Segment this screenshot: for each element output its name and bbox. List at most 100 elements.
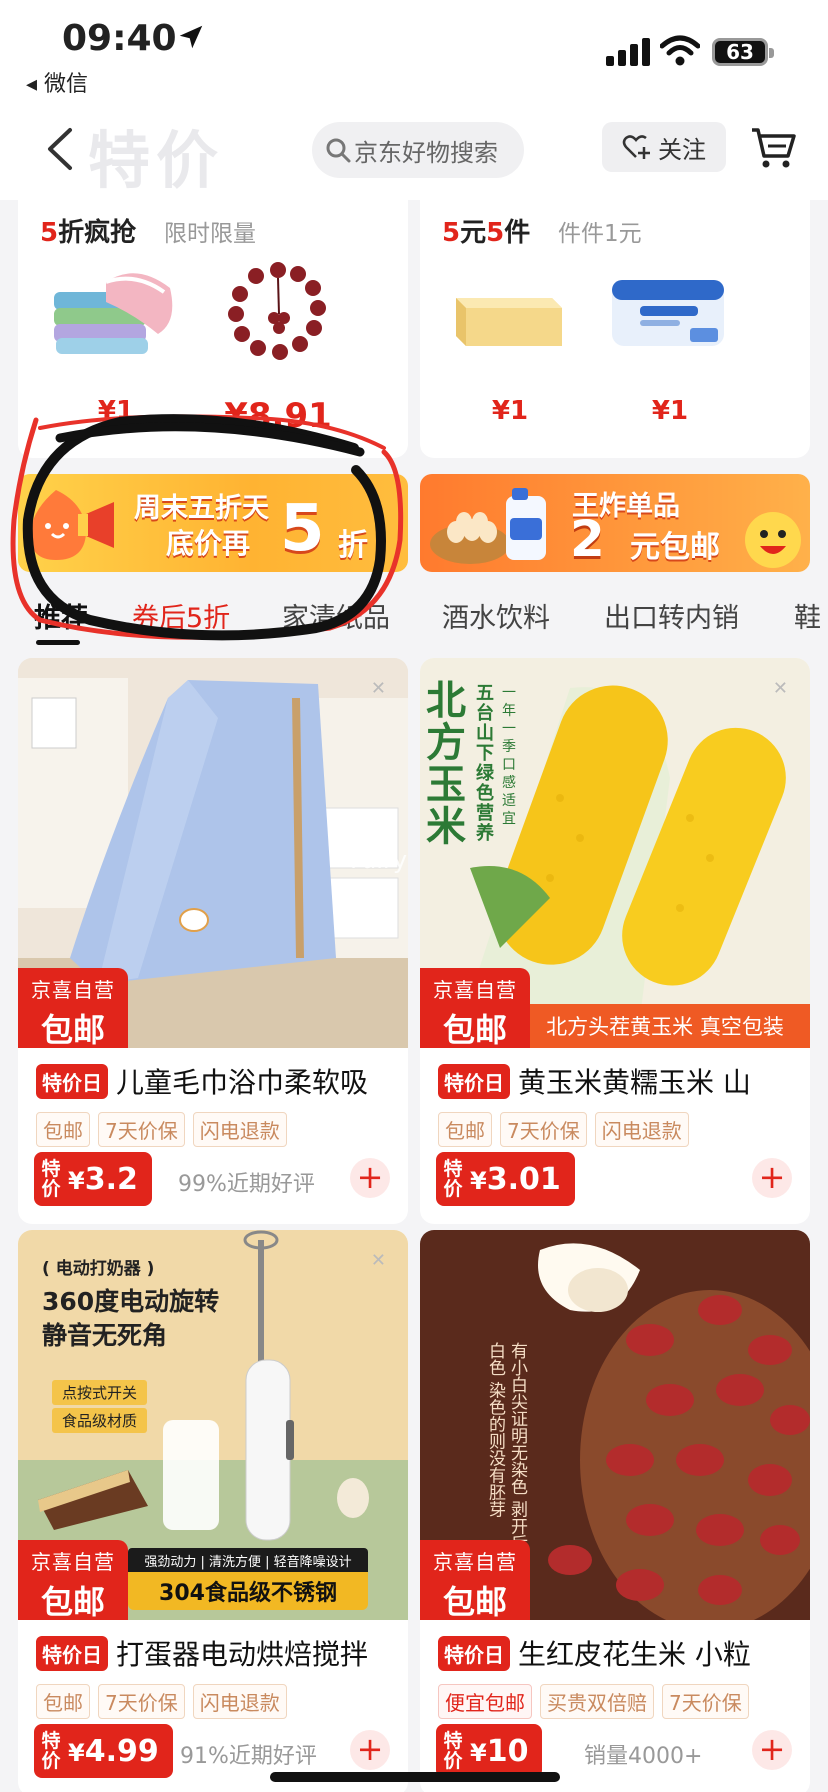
banner-line-2: 底价再 xyxy=(166,527,251,560)
image-overlay-title: 北方玉米 xyxy=(426,677,466,850)
heart-plus-icon xyxy=(622,135,650,159)
promo-price-2: ¥1 xyxy=(651,396,689,426)
watermark: Fairy xyxy=(350,846,408,874)
service-tag: 包邮 xyxy=(438,1112,492,1147)
screen: 09:40 ◂ 微信 63 特价 京东好物搜索 关注 5折疯抢 限时限量 ¥1 … xyxy=(0,0,828,1792)
product-title: 特价日 儿童毛巾浴巾柔软吸 xyxy=(36,1060,396,1102)
wifi-icon xyxy=(660,35,700,66)
image-material-strip: 304食品级不锈钢 xyxy=(128,1572,368,1610)
bead-bracelet-thumb xyxy=(228,262,326,360)
back-to-wechat-link[interactable]: ◂ 微信 xyxy=(26,66,88,98)
rating-text: 91%近期好评 xyxy=(180,1744,317,1769)
back-arrow-icon[interactable] xyxy=(40,126,80,172)
promo-price-1: ¥1 xyxy=(97,396,135,426)
product-card[interactable]: ✕ 京喜自营 包邮 特价日 儿童毛巾浴巾柔软吸 包邮 7天价保 闪电退款 特价 ¥… xyxy=(18,658,408,1224)
product-card[interactable]: 有小白尖证明无染色 剥开后就能看到白色 染色的则没有胚芽 京喜自营 包邮 特价日… xyxy=(420,1230,810,1792)
product-card[interactable]: ( 电动打奶器 ) 360度电动旋转 静音无死角 点按式开关 食品级材质 ✕ 强… xyxy=(18,1230,408,1792)
follow-label: 关注 xyxy=(658,135,706,164)
image-overlay-side: 五台山下 绿色营养 xyxy=(476,683,494,844)
price-prefix: 特价 xyxy=(443,1158,463,1200)
tab-export-domestic[interactable]: 出口转内销 xyxy=(604,596,739,635)
image-overlay-tag-1: 点按式开关 xyxy=(52,1380,148,1405)
service-tags: 包邮 7天价保 闪电退款 xyxy=(36,1684,287,1719)
product-image: 有小白尖证明无染色 剥开后就能看到白色 染色的则没有胚芽 京喜自营 包邮 xyxy=(420,1230,810,1620)
nav-bar: 特价 京东好物搜索 关注 xyxy=(0,100,828,200)
price-prefix: 特价 xyxy=(41,1158,61,1200)
home-indicator[interactable] xyxy=(270,1772,560,1782)
service-tag: 便宜包邮 xyxy=(438,1684,532,1719)
promo-price-1: ¥1 xyxy=(491,396,529,426)
image-overlay-line-1: 360度电动旋转 xyxy=(42,1287,220,1316)
tab-shoes[interactable]: 鞋 xyxy=(794,596,821,635)
banner-suffix: 折 xyxy=(338,528,368,563)
tab-drinks[interactable]: 酒水饮料 xyxy=(442,596,550,635)
service-tag: 7天价保 xyxy=(98,1112,185,1147)
service-tag: 闪电退款 xyxy=(192,1684,287,1719)
banner-big-number: 2 xyxy=(570,510,605,568)
smiley-mascot-icon xyxy=(745,512,801,568)
product-price: ¥3.01 xyxy=(470,1161,561,1197)
image-overlay-line-2: 静音无死角 xyxy=(42,1321,168,1350)
cart-icon[interactable] xyxy=(748,122,798,172)
image-overlay-tag-2: 食品级材质 xyxy=(52,1408,148,1433)
close-icon[interactable]: ✕ xyxy=(371,1250,386,1271)
soap-thumb xyxy=(456,298,562,346)
image-overlay-small: ( 电动打奶器 ) xyxy=(42,1259,155,1279)
service-tag: 闪电退款 xyxy=(192,1112,287,1147)
eggs-detergent-icon xyxy=(430,488,546,564)
follow-button[interactable]: 关注 xyxy=(602,122,726,172)
tab-recommend[interactable]: 推荐 xyxy=(34,596,88,635)
image-overlay-side-2: 一年一季 口感适宜 xyxy=(502,685,516,827)
banner-line-2: 元包邮 xyxy=(630,530,720,565)
promo-price-2: ¥8.91 xyxy=(224,396,332,436)
service-tags: 便宜包邮 买贵双倍赔 7天价保 xyxy=(438,1684,749,1719)
jingxi-badge: 京喜自营 包邮 xyxy=(420,968,530,1048)
promo-half-price-card[interactable]: 5折疯抢 限时限量 ¥1 ¥8.91 xyxy=(18,200,408,458)
price-box: 特价 ¥4.99 xyxy=(34,1724,173,1778)
battery-indicator: 63 xyxy=(712,38,774,66)
rating-text: 99%近期好评 xyxy=(178,1172,315,1197)
tab-coupon-half[interactable]: 券后5折 xyxy=(132,596,230,635)
add-to-cart-button[interactable]: + xyxy=(752,1730,792,1770)
service-tag: 包邮 xyxy=(36,1112,90,1147)
promo-title: 5元5件 xyxy=(442,218,531,248)
wipes-pack-thumb xyxy=(612,280,724,346)
product-price: ¥3.2 xyxy=(68,1161,138,1197)
search-placeholder: 京东好物搜索 xyxy=(354,138,498,167)
add-to-cart-button[interactable]: + xyxy=(350,1730,390,1770)
promo-subtitle: 件件1元 xyxy=(558,221,642,247)
product-card[interactable]: 北方玉米 五台山下 绿色营养 一年一季 口感适宜 ✕ 北方头茬黄玉米 真空包装 … xyxy=(420,658,810,1224)
mascot-icon xyxy=(30,490,114,560)
cellular-signal-icon xyxy=(606,38,650,66)
active-tab-indicator xyxy=(36,640,80,645)
tab-household-paper[interactable]: 家清纸品 xyxy=(282,596,390,635)
image-feature-strip: 强劲动力 | 清洗方便 | 轻音降噪设计 xyxy=(128,1548,368,1572)
search-icon xyxy=(326,138,351,163)
promo-title: 5折疯抢 xyxy=(40,218,137,248)
price-box: 特价 ¥3.2 xyxy=(34,1152,152,1206)
jingxi-badge: 京喜自营 包邮 xyxy=(420,1540,530,1620)
add-to-cart-button[interactable]: + xyxy=(752,1158,792,1198)
product-image: ( 电动打奶器 ) 360度电动旋转 静音无死角 点按式开关 食品级材质 ✕ 强… xyxy=(18,1230,408,1620)
close-icon[interactable]: ✕ xyxy=(371,678,386,699)
towel-thumb xyxy=(54,273,173,354)
close-icon[interactable]: ✕ xyxy=(773,678,788,699)
add-to-cart-button[interactable]: + xyxy=(350,1158,390,1198)
super-deal-banner[interactable]: 王炸单品 2 元包邮 xyxy=(420,474,810,572)
price-box: 特价 ¥3.01 xyxy=(436,1152,575,1206)
banner-line-1: 周末五折天 xyxy=(134,493,269,524)
product-image: 北方玉米 五台山下 绿色营养 一年一季 口感适宜 ✕ 北方头茬黄玉米 真空包装 … xyxy=(420,658,810,1048)
promo-five-yuan-card[interactable]: 5元5件 件件1元 ¥1 ¥1 xyxy=(420,200,810,458)
price-prefix: 特价 xyxy=(41,1730,61,1772)
product-price: ¥4.99 xyxy=(68,1733,159,1769)
page-title: 特价 xyxy=(88,124,225,197)
promo-subtitle: 限时限量 xyxy=(164,221,256,247)
weekend-half-price-banner[interactable]: 周末五折天 底价再 5 折 xyxy=(18,474,408,572)
search-input[interactable]: 京东好物搜索 xyxy=(312,122,524,178)
sales-count: 销量4000+ xyxy=(584,1744,703,1769)
image-bottom-strip: 北方头茬黄玉米 真空包装 xyxy=(520,1004,810,1048)
service-tag: 7天价保 xyxy=(500,1112,587,1147)
product-title: 特价日 生红皮花生米 小粒 xyxy=(438,1632,798,1674)
product-title: 特价日 打蛋器电动烘焙搅拌 xyxy=(36,1632,396,1674)
banner-big-number: 5 xyxy=(280,492,325,566)
